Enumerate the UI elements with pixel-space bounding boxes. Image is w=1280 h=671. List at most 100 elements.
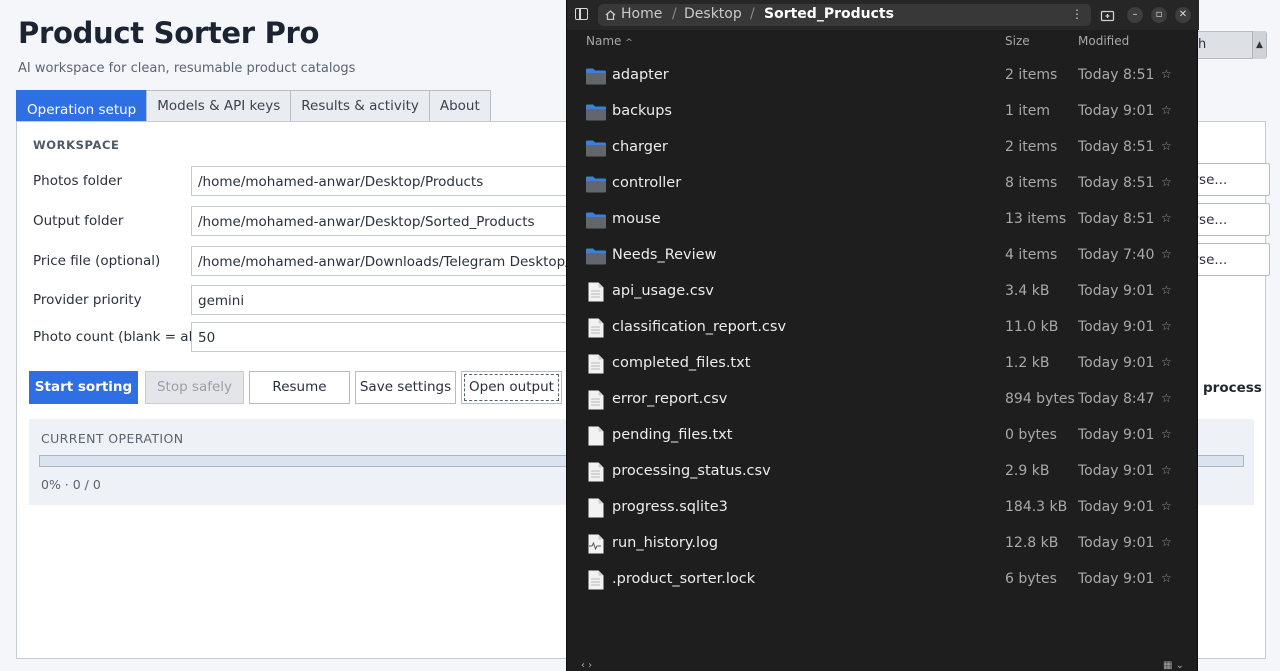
star-icon[interactable]: ☆ [1161, 103, 1172, 117]
file-modified: Today 8:51 [1078, 175, 1155, 191]
file-name: Needs_Review [612, 247, 717, 263]
column-header-size[interactable]: Size [1005, 34, 1030, 48]
star-icon[interactable]: ☆ [1161, 499, 1172, 513]
tab-results-activity[interactable]: Results & activity [290, 90, 430, 122]
save-settings-button[interactable]: Save settings [355, 371, 456, 404]
file-name: completed_files.txt [612, 355, 751, 371]
file-modified: Today 7:40 [1078, 247, 1155, 263]
file-modified: Today 8:51 [1078, 211, 1155, 227]
column-header-modified[interactable]: Modified [1078, 34, 1129, 48]
star-icon[interactable]: ☆ [1161, 175, 1172, 189]
star-icon[interactable]: ☆ [1161, 283, 1172, 297]
file-modified: Today 9:01 [1078, 571, 1155, 587]
open-output-button[interactable]: Open output [461, 371, 562, 404]
file-row[interactable]: controller 8 items Today 8:51 ☆ [585, 167, 1185, 203]
workspace-heading: WORKSPACE [33, 138, 120, 152]
file-size: 2.9 kB [1005, 463, 1050, 479]
maximize-icon[interactable]: ▫ [1151, 7, 1167, 23]
file-row[interactable]: processing_status.csv 2.9 kB Today 9:01 ☆ [585, 455, 1185, 491]
file-row[interactable]: error_report.csv 894 bytes Today 8:47 ☆ [585, 383, 1185, 419]
star-icon[interactable]: ☆ [1161, 67, 1172, 81]
document-icon [585, 462, 607, 482]
column-header-name[interactable]: Name ^ [586, 34, 633, 48]
file-row[interactable]: pending_files.txt 0 bytes Today 9:01 ☆ [585, 419, 1185, 455]
price-file-input[interactable]: /home/mohamed-anwar/Downloads/Telegram D… [191, 246, 591, 276]
tab-operation-setup[interactable]: Operation setup [16, 90, 148, 122]
file-modified: Today 8:51 [1078, 139, 1155, 155]
star-icon[interactable]: ☆ [1161, 139, 1172, 153]
star-icon[interactable]: ☆ [1161, 463, 1172, 477]
stop-safely-button[interactable]: Stop safely [145, 371, 244, 404]
folder-icon [585, 66, 607, 86]
dropdown-arrow-icon: ▲ [1252, 31, 1266, 59]
sidebar-toggle-icon[interactable] [575, 8, 588, 20]
file-name: backups [612, 103, 672, 119]
photo-count-input[interactable]: 50 [191, 322, 591, 352]
star-icon[interactable]: ☆ [1161, 391, 1172, 405]
file-row[interactable]: progress.sqlite3 184.3 kB Today 9:01 ☆ [585, 491, 1185, 527]
star-icon[interactable]: ☆ [1161, 427, 1172, 441]
folder-icon [585, 210, 607, 230]
file-size: 13 items [1005, 211, 1067, 227]
new-folder-icon[interactable] [1100, 8, 1115, 23]
file-size: 12.8 kB [1005, 535, 1059, 551]
file-row[interactable]: mouse 13 items Today 8:51 ☆ [585, 203, 1185, 239]
file-name: error_report.csv [612, 391, 728, 407]
document-icon [585, 498, 607, 518]
start-sorting-button[interactable]: Start sorting [29, 371, 138, 404]
minimize-icon[interactable]: – [1127, 7, 1143, 23]
folder-icon [585, 174, 607, 194]
output-folder-label: Output folder [33, 213, 124, 229]
app-title: Product Sorter Pro [18, 16, 320, 50]
star-icon[interactable]: ☆ [1161, 355, 1172, 369]
star-icon[interactable]: ☆ [1161, 535, 1172, 549]
file-size: 6 bytes [1005, 571, 1057, 587]
file-row[interactable]: backups 1 item Today 9:01 ☆ [585, 95, 1185, 131]
resume-button[interactable]: Resume [249, 371, 350, 404]
file-size: 2 items [1005, 139, 1058, 155]
close-icon[interactable]: ✕ [1175, 7, 1191, 23]
breadcrumb-separator: / [750, 6, 755, 22]
star-icon[interactable]: ☆ [1161, 319, 1172, 333]
file-modified: Today 9:01 [1078, 283, 1155, 299]
file-name: progress.sqlite3 [612, 499, 728, 515]
file-size: 3.4 kB [1005, 283, 1050, 299]
file-row[interactable]: .product_sorter.lock 6 bytes Today 9:01 ☆ [585, 563, 1185, 599]
progress-status: 0% · 0 / 0 [41, 477, 101, 492]
file-row[interactable]: api_usage.csv 3.4 kB Today 9:01 ☆ [585, 275, 1185, 311]
file-row[interactable]: Needs_Review 4 items Today 7:40 ☆ [585, 239, 1185, 275]
provider-priority-input[interactable]: gemini [191, 285, 591, 315]
document-icon [585, 354, 607, 374]
star-icon[interactable]: ☆ [1161, 211, 1172, 225]
provider-priority-label: Provider priority [33, 292, 142, 308]
file-row[interactable]: run_history.log 12.8 kB Today 9:01 ☆ [585, 527, 1185, 563]
star-icon[interactable]: ☆ [1161, 247, 1172, 261]
breadcrumb-current[interactable]: Sorted_Products [764, 6, 894, 22]
tab-about[interactable]: About [428, 90, 491, 122]
document-icon [585, 318, 607, 338]
file-name: adapter [612, 67, 669, 83]
file-modified: Today 9:01 [1078, 427, 1155, 443]
photos-folder-input[interactable]: /home/mohamed-anwar/Desktop/Products [191, 166, 591, 196]
path-menu-icon[interactable]: ⋮ [1071, 7, 1083, 21]
file-manager-header: Home / Desktop / Sorted_Products ⋮ – ▫ ✕ [567, 0, 1199, 30]
file-modified: Today 9:01 [1078, 463, 1155, 479]
file-name: controller [612, 175, 682, 191]
file-row[interactable]: completed_files.txt 1.2 kB Today 9:01 ☆ [585, 347, 1185, 383]
breadcrumb-separator: / [672, 6, 677, 22]
back-icon[interactable]: ‹ › [581, 660, 592, 671]
file-size: 8 items [1005, 175, 1058, 191]
star-icon[interactable]: ☆ [1161, 571, 1172, 585]
file-size: 2 items [1005, 67, 1058, 83]
file-row[interactable]: classification_report.csv 11.0 kB Today 9:… [585, 311, 1185, 347]
folder-icon [585, 246, 607, 266]
grid-view-icon[interactable]: ▦ ⌄ [1163, 660, 1184, 671]
path-bar[interactable]: Home / Desktop / Sorted_Products ⋮ [598, 4, 1091, 26]
breadcrumb-home[interactable]: Home [621, 6, 662, 22]
output-folder-input[interactable]: /home/mohamed-anwar/Desktop/Sorted_Produ… [191, 206, 591, 236]
file-row[interactable]: charger 2 items Today 8:51 ☆ [585, 131, 1185, 167]
file-row[interactable]: adapter 2 items Today 8:51 ☆ [585, 59, 1185, 95]
folder-icon [585, 102, 607, 122]
tab-models-api-keys[interactable]: Models & API keys [146, 90, 292, 122]
breadcrumb-desktop[interactable]: Desktop [684, 6, 742, 22]
